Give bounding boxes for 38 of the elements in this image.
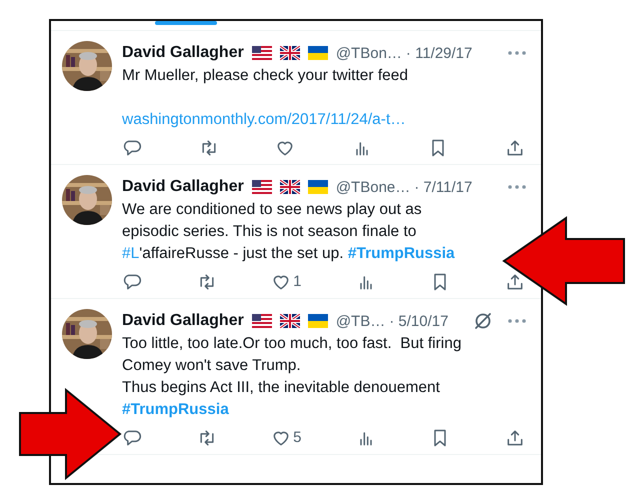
tab-indicator [155,21,217,25]
user-name: David Gallagher [122,44,244,62]
user-name: David Gallagher [122,178,244,196]
reply-icon[interactable] [122,428,142,448]
slashed-circle-icon[interactable] [473,311,493,331]
tweet-date: · 5/10/17 [389,312,448,330]
tweet-text: We are conditioned to see news play out as episodic series. This is not season finale to #L'affaireRusse - just the set up. #TrumpRussia [122,200,456,264]
user-handle: @TBon… [336,44,402,62]
more-icon[interactable] [507,50,527,56]
user-name: David Gallagher [122,312,244,330]
more-icon[interactable] [507,318,527,324]
hashtag-link[interactable]: #TrumpRussia [122,401,229,418]
like-count: 5 [293,429,302,447]
us-flag-icon [252,180,272,194]
user-handle: @TBone… [336,178,410,196]
like-count: 1 [293,273,302,291]
share-icon[interactable] [505,272,525,292]
uk-flag-icon [280,180,300,194]
tweet-date: · 11/29/17 [406,44,472,62]
uk-flag-icon [280,46,300,60]
tweet-text: Mr Mueller, please check your twitter feed washingtonmonthly.com/2017/11/24/a-t… [122,66,410,130]
share-icon[interactable] [505,428,525,448]
us-flag-icon [252,46,272,60]
link[interactable]: washingtonmonthly.com/2017/11/24/a-t… [122,111,406,128]
us-flag-icon [252,314,272,328]
ukraine-flag-icon [308,314,328,328]
share-icon[interactable] [504,138,525,158]
hashtag-link[interactable]: #L [122,245,140,262]
more-icon[interactable] [507,184,527,190]
user-handle: @TB… [336,312,386,330]
tweet-text: Too little, too late.Or too much, too fast. But firing Comey won't save Trump. Thus begins Act III, the inevitable denouement #TrumpRussia [122,334,462,420]
ukraine-flag-icon [308,46,328,60]
ukraine-flag-icon [308,180,328,194]
reply-icon[interactable] [122,272,142,292]
hashtag-link[interactable]: #TrumpRussia [348,245,455,262]
reply-icon[interactable] [122,138,142,158]
uk-flag-icon [280,314,300,328]
tweet-date: · 7/11/17 [414,178,472,196]
